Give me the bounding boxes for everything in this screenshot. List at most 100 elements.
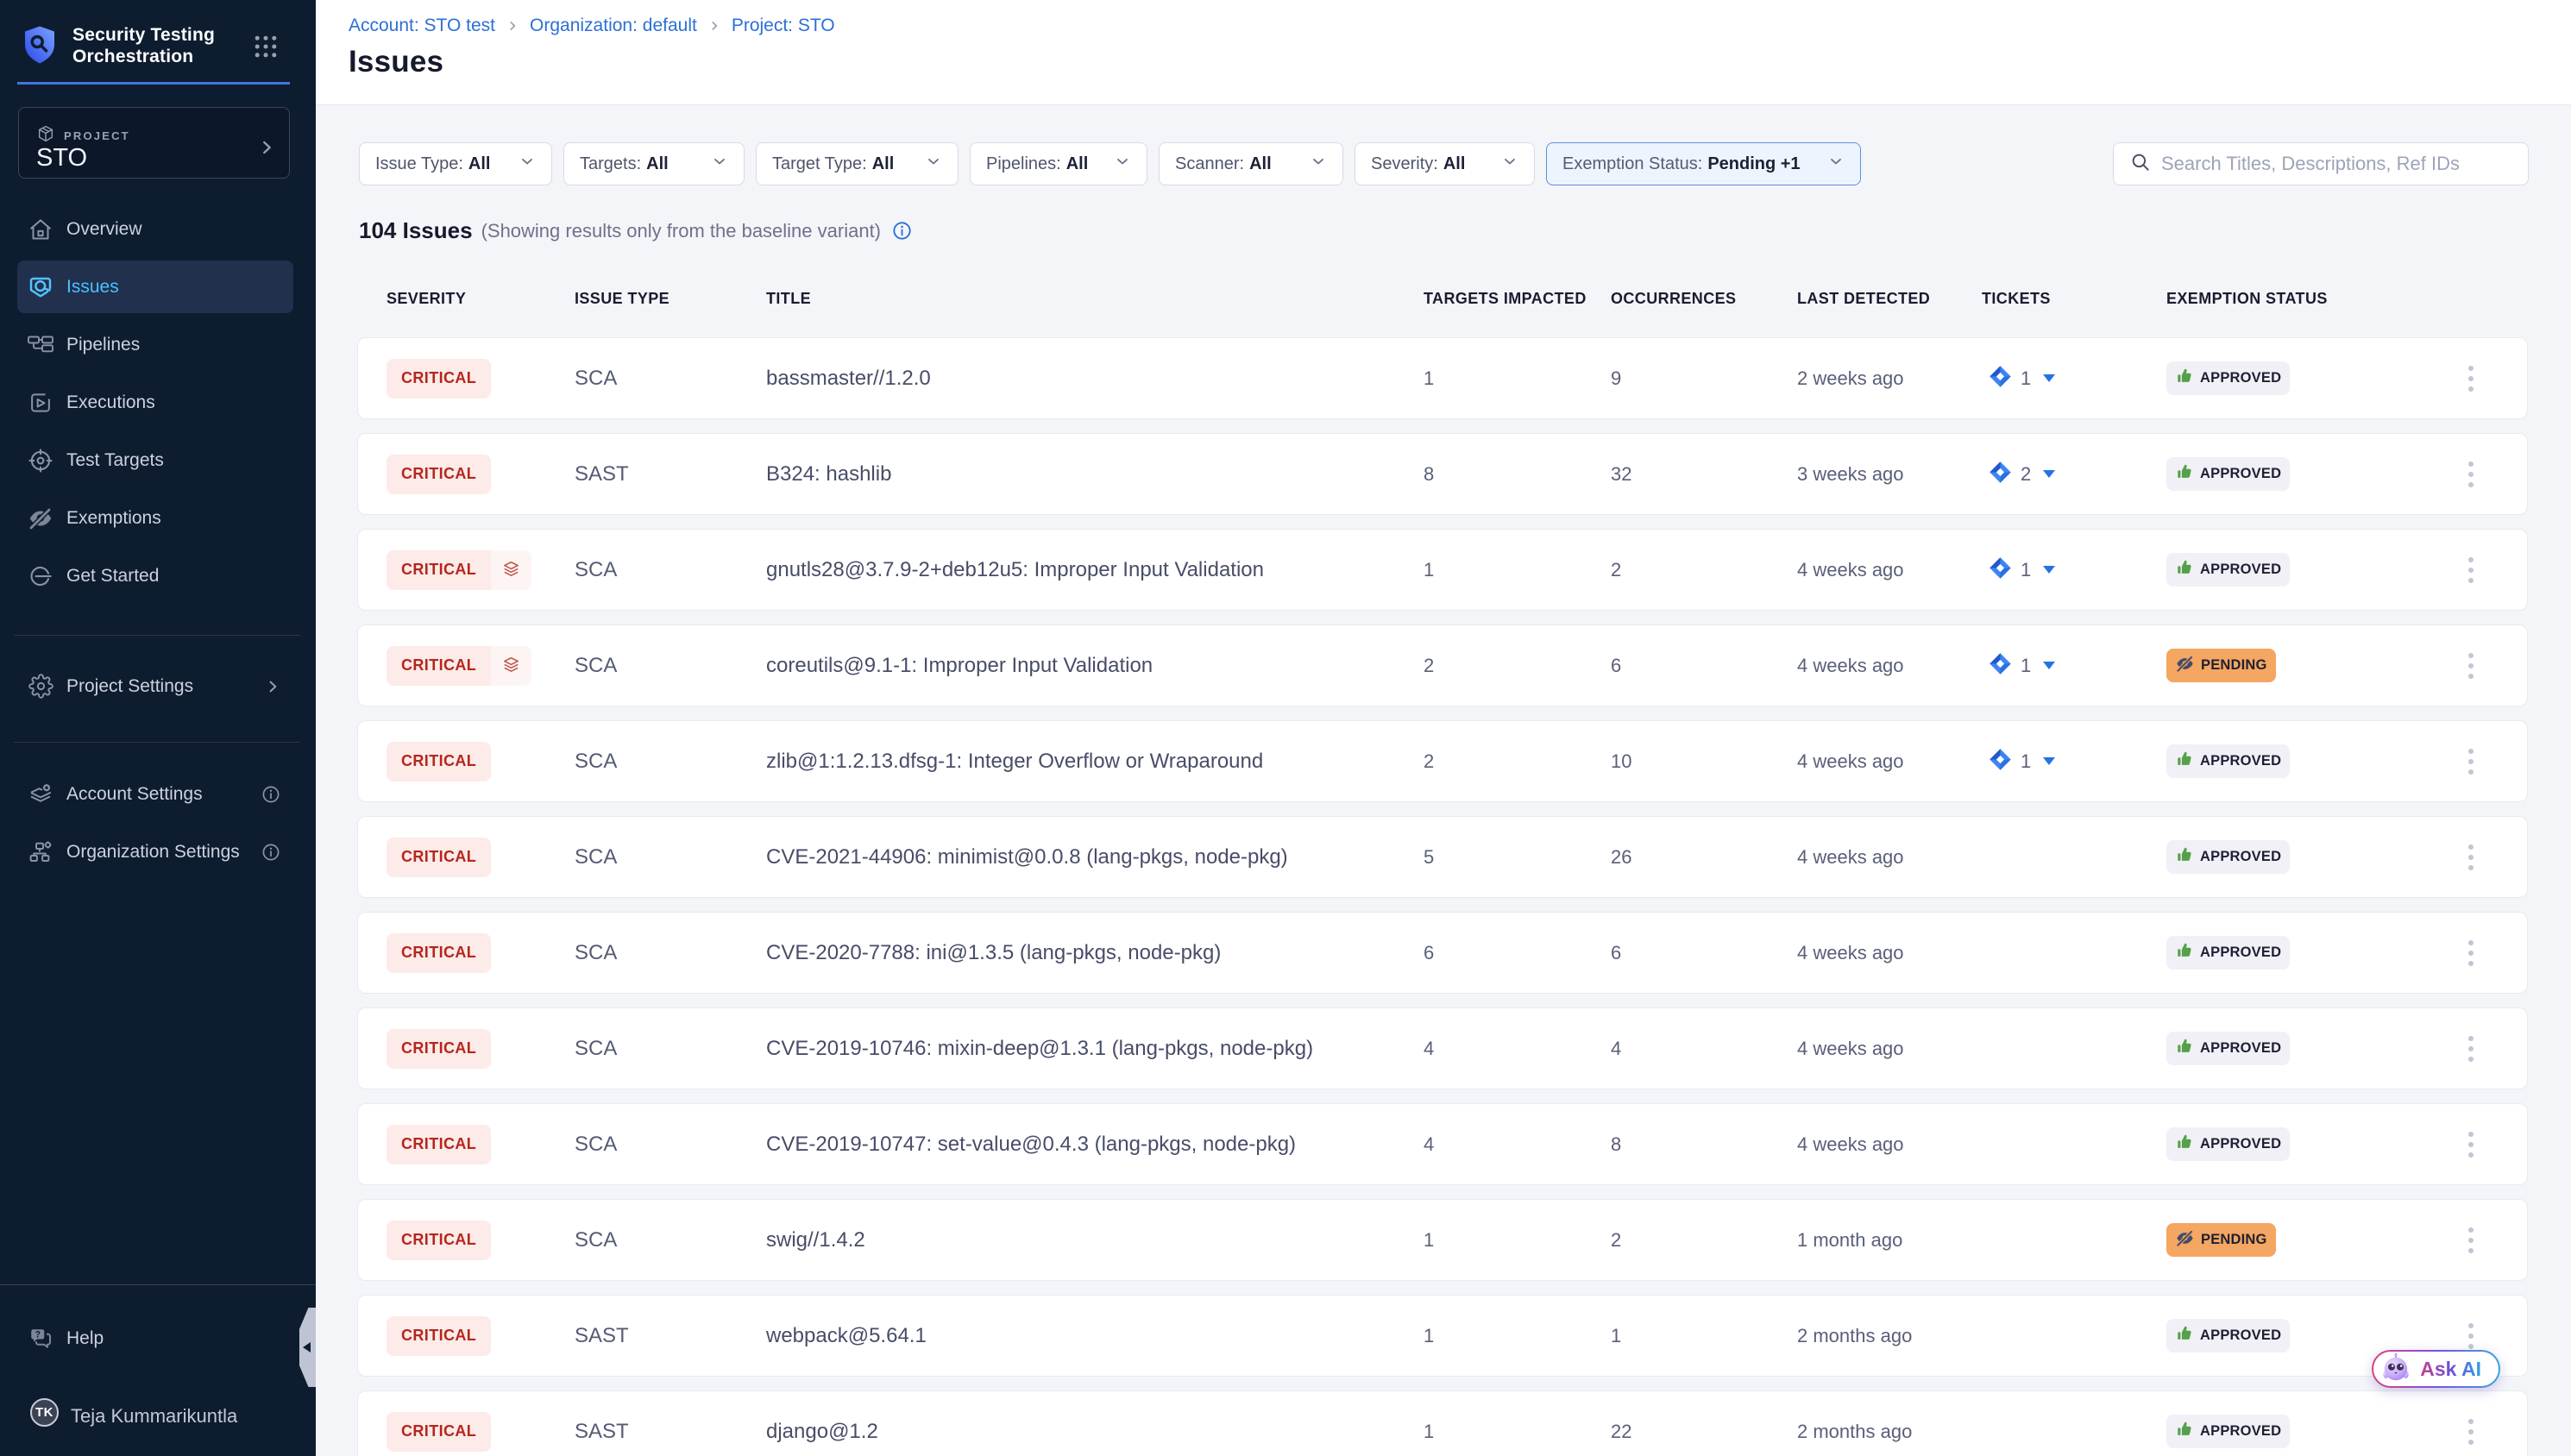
sidebar-item-exemptions[interactable]: Exemptions (17, 492, 293, 544)
info-icon[interactable] (891, 220, 913, 242)
issue-title[interactable]: swig//1.4.2 (766, 1228, 865, 1252)
table-row[interactable]: CRITICALSCAcoreutils@9.1-1: Improper Inp… (357, 624, 2528, 706)
filter-exemption-status[interactable]: Exemption Status:Pending +1 (1546, 142, 1861, 185)
cell-issue-type: SCA (575, 530, 617, 610)
project-selector[interactable]: PROJECT STO (18, 107, 290, 179)
table-row[interactable]: CRITICALSCACVE-2019-10746: mixin-deep@1.… (357, 1007, 2528, 1089)
ask-ai-button[interactable]: Ask AI (2372, 1350, 2500, 1388)
ticket-dropdown[interactable]: 2 (1988, 460, 2055, 489)
occurrences: 6 (1611, 942, 1621, 964)
kebab-dot (2468, 472, 2474, 477)
table-row[interactable]: CRITICALSCACVE-2021-44906: minimist@0.0.… (357, 816, 2528, 898)
breadcrumb-project-link[interactable]: Project: STO (732, 16, 835, 36)
sidebar-item-account-settings[interactable]: Account Settings (17, 768, 293, 820)
table-row[interactable]: CRITICALSCAgnutls28@3.7.9-2+deb12u5: Imp… (357, 529, 2528, 611)
main-content: Account: STO test Organization: default … (316, 0, 2571, 1456)
caret-down-icon (2043, 374, 2055, 382)
sidebar-nav: OverviewIssuesPipelinesExecutionsTest Ta… (0, 203, 316, 607)
cell-occurrences: 32 (1611, 434, 1631, 514)
filter-severity[interactable]: Severity:All (1355, 142, 1535, 185)
severity-badge: CRITICAL (387, 1125, 491, 1164)
exemption-status-badge: PENDING (2166, 649, 2276, 682)
filter-targets[interactable]: Targets:All (563, 142, 745, 185)
cell-severity: CRITICAL (387, 721, 491, 801)
cell-last-detected: 1 month ago (1797, 1200, 1902, 1280)
row-menu-kebab-icon[interactable] (2468, 1033, 2474, 1064)
issue-title[interactable]: zlib@1:1.2.13.dfsg-1: Integer Overflow o… (766, 750, 1263, 774)
breadcrumb-org-link[interactable]: Organization: default (530, 16, 697, 36)
table-row[interactable]: CRITICALSCAzlib@1:1.2.13.dfsg-1: Integer… (357, 720, 2528, 802)
sidebar-item-get-started[interactable]: Get Started (17, 549, 293, 602)
row-menu-kebab-icon[interactable] (2468, 363, 2474, 394)
row-menu-kebab-icon[interactable] (2468, 746, 2474, 777)
issue-title[interactable]: CVE-2020-7788: ini@1.3.5 (lang-pkgs, nod… (766, 941, 1221, 965)
sidebar-item-organization-settings[interactable]: Organization Settings (17, 825, 293, 878)
table-row[interactable]: CRITICALSASTdjango@1.21222 months agoAPP… (357, 1390, 2528, 1456)
row-menu-kebab-icon[interactable] (2468, 1129, 2474, 1160)
row-menu-kebab-icon[interactable] (2468, 459, 2474, 490)
row-menu-kebab-icon[interactable] (2468, 555, 2474, 586)
caret-down-icon (2043, 566, 2055, 574)
sidebar-item-test-targets[interactable]: Test Targets (17, 434, 293, 486)
ticket-dropdown[interactable]: 1 (1988, 747, 2055, 776)
cell-exemption-status: APPROVED (2166, 434, 2290, 514)
table-row[interactable]: CRITICALSCACVE-2019-10747: set-value@0.4… (357, 1103, 2528, 1185)
table-row[interactable]: CRITICALSCAswig//1.4.2121 month agoPENDI… (357, 1199, 2528, 1281)
sidebar-item-issues[interactable]: Issues (17, 260, 293, 313)
sidebar-item-executions[interactable]: Executions (17, 376, 293, 429)
chat-help-icon: ? (28, 1326, 53, 1352)
info-icon[interactable] (261, 842, 281, 863)
sidebar-item-project-settings[interactable]: Project Settings (17, 660, 293, 712)
cell-row-menu (2468, 625, 2474, 706)
sidebar-item-help[interactable]: ? Help (17, 1312, 293, 1365)
cell-row-menu (2468, 1391, 2474, 1456)
breadcrumb-account-link[interactable]: Account: STO test (349, 16, 495, 36)
table-row[interactable]: CRITICALSCAbassmaster//1.2.0192 weeks ag… (357, 337, 2528, 419)
cell-title: coreutils@9.1-1: Improper Input Validati… (766, 625, 1153, 706)
search-input[interactable] (2161, 153, 2512, 175)
avatar[interactable]: TK (30, 1398, 59, 1427)
sidebar-item-overview[interactable]: Overview (17, 203, 293, 255)
issue-title[interactable]: coreutils@9.1-1: Improper Input Validati… (766, 654, 1153, 678)
issue-title[interactable]: webpack@5.64.1 (766, 1324, 927, 1348)
issue-title[interactable]: CVE-2021-44906: minimist@0.0.8 (lang-pkg… (766, 845, 1288, 869)
filter-scanner[interactable]: Scanner:All (1159, 142, 1343, 185)
cell-issue-type: SCA (575, 817, 617, 897)
table-row[interactable]: CRITICALSASTwebpack@5.64.1112 months ago… (357, 1295, 2528, 1377)
issue-title[interactable]: bassmaster//1.2.0 (766, 367, 931, 391)
filter-issue-type[interactable]: Issue Type:All (359, 142, 552, 185)
filter-value: All (1443, 154, 1466, 174)
sidebar-collapse-handle[interactable] (299, 1308, 316, 1387)
ticket-dropdown[interactable]: 1 (1988, 555, 2055, 585)
issue-title[interactable]: django@1.2 (766, 1420, 878, 1444)
issue-title[interactable]: gnutls28@3.7.9-2+deb12u5: Improper Input… (766, 558, 1264, 582)
issue-title[interactable]: CVE-2019-10746: mixin-deep@1.3.1 (lang-p… (766, 1037, 1313, 1061)
filter-pipelines[interactable]: Pipelines:All (970, 142, 1147, 185)
row-menu-kebab-icon[interactable] (2468, 842, 2474, 873)
issue-type: SAST (575, 1324, 629, 1348)
user-name[interactable]: Teja Kummarikuntla (71, 1405, 237, 1428)
cell-occurrences: 6 (1611, 913, 1621, 993)
row-menu-kebab-icon[interactable] (2468, 938, 2474, 969)
grid-icon[interactable] (255, 35, 277, 62)
ask-ai-label: Ask AI (2420, 1358, 2481, 1381)
row-menu-kebab-icon[interactable] (2468, 1321, 2474, 1352)
chevron-down-icon (1501, 153, 1518, 175)
sidebar-item-pipelines[interactable]: Pipelines (17, 318, 293, 371)
filter-target-type[interactable]: Target Type:All (756, 142, 959, 185)
row-menu-kebab-icon[interactable] (2468, 1416, 2474, 1447)
kebab-dot (2468, 568, 2474, 573)
ticket-dropdown[interactable]: 1 (1988, 364, 2055, 393)
eye-slash-icon (2175, 1228, 2195, 1252)
row-menu-kebab-icon[interactable] (2468, 650, 2474, 681)
row-menu-kebab-icon[interactable] (2468, 1225, 2474, 1256)
table-row[interactable]: CRITICALSASTB324: hashlib8323 weeks ago2… (357, 433, 2528, 515)
exemption-status-badge: PENDING (2166, 1223, 2276, 1257)
table-row[interactable]: CRITICALSCACVE-2020-7788: ini@1.3.5 (lan… (357, 912, 2528, 994)
ticket-dropdown[interactable]: 1 (1988, 651, 2055, 681)
targets-impacted: 4 (1424, 1038, 1434, 1060)
issue-title[interactable]: CVE-2019-10747: set-value@0.4.3 (lang-pk… (766, 1133, 1296, 1157)
issue-title[interactable]: B324: hashlib (766, 462, 891, 486)
info-icon[interactable] (261, 784, 281, 805)
chevron-down-icon (1827, 153, 1845, 175)
